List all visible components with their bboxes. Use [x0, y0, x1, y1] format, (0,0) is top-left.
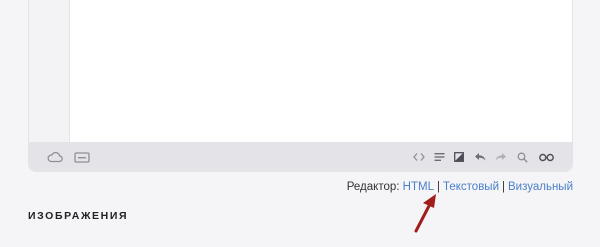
redo-icon	[495, 153, 506, 161]
editor-toolbar	[29, 142, 572, 172]
preview-button[interactable]	[535, 142, 557, 172]
align-icon	[434, 153, 444, 161]
keyboard-icon	[74, 151, 90, 163]
undo-icon	[475, 153, 486, 161]
format-button[interactable]	[430, 142, 448, 172]
annotation-arrow	[414, 194, 436, 233]
theme-button[interactable]	[450, 142, 468, 172]
redo-button[interactable]	[492, 142, 510, 172]
shortcode-button[interactable]	[72, 142, 92, 172]
code-editor	[28, 0, 573, 172]
code-button[interactable]	[410, 142, 428, 172]
cloud-icon	[47, 151, 63, 163]
mode-switch-label: Редактор:	[346, 181, 400, 193]
preview-icon	[538, 153, 554, 161]
contrast-icon	[454, 152, 464, 162]
mode-visual-link[interactable]: Визуальный	[508, 181, 573, 193]
section-title-images: ИЗОБРАЖЕНИЯ	[28, 210, 129, 222]
search-button[interactable]	[513, 142, 531, 172]
editor-mode-switch: Редактор: HTML | Текстовый | Визуальный	[347, 181, 573, 193]
cloud-upload-button[interactable]	[46, 142, 64, 172]
search-icon	[517, 152, 528, 163]
mode-text-link[interactable]: Текстовый	[443, 181, 499, 193]
code-icon	[413, 153, 425, 161]
undo-button[interactable]	[471, 142, 489, 172]
code-text-area[interactable]	[71, 0, 572, 142]
line-gutter	[29, 0, 70, 142]
mode-separator: |	[502, 181, 505, 193]
